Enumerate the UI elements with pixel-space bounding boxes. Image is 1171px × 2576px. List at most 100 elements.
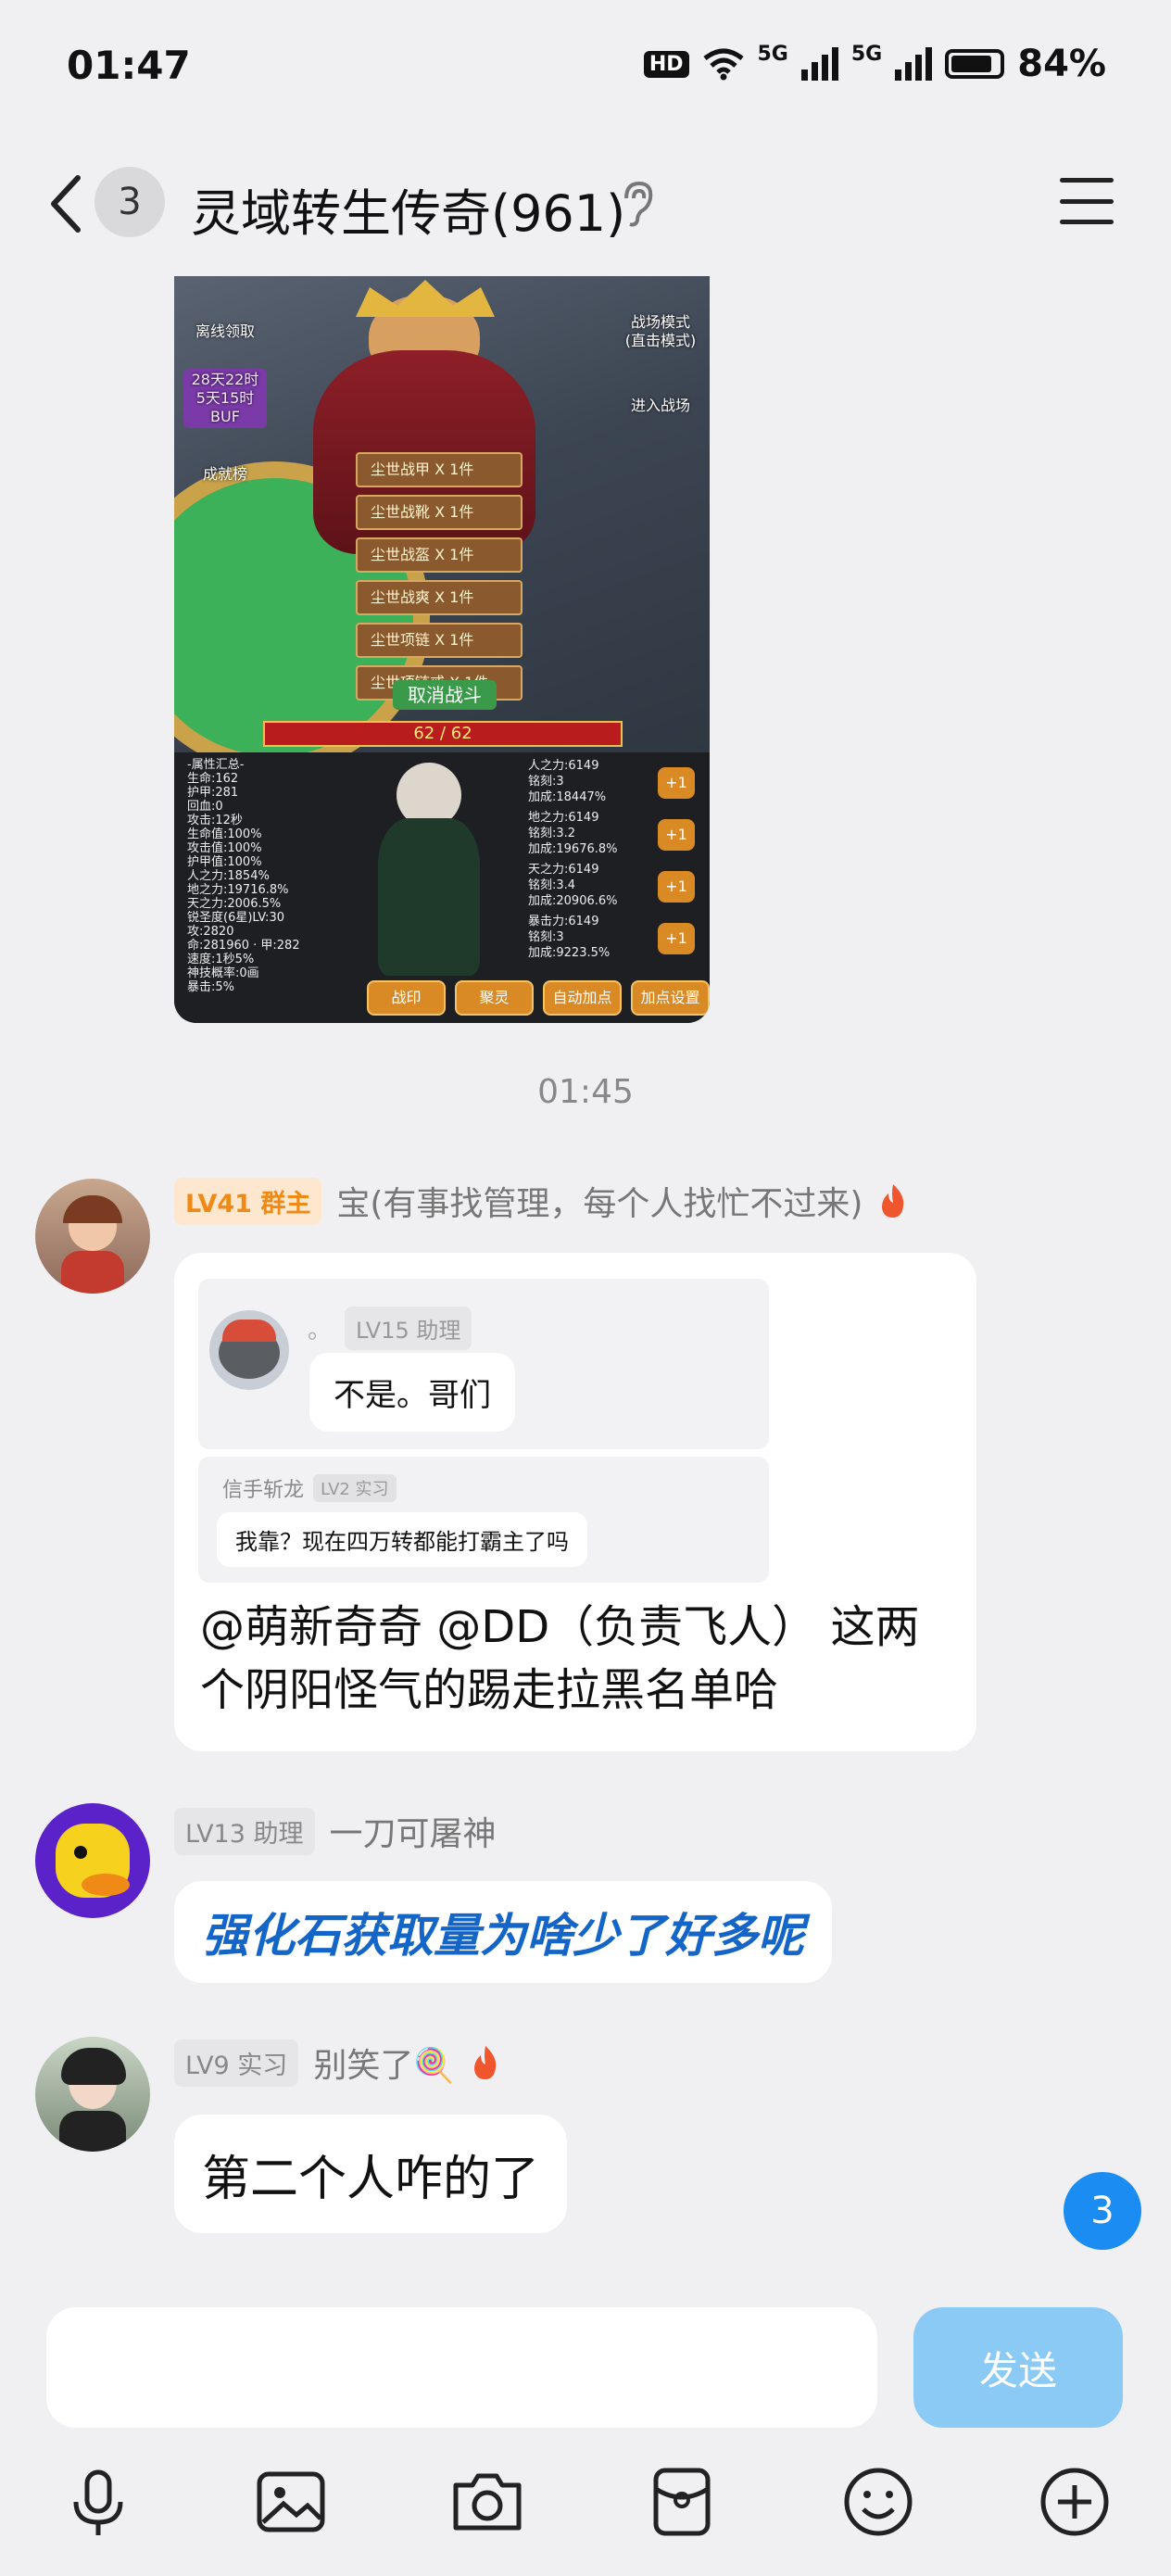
red-packet-icon[interactable] — [645, 2465, 719, 2539]
stat-line: 锐圣度(6星)LV:30 — [187, 911, 284, 925]
loot-item: 尘世战甲 X 1件 — [356, 452, 523, 487]
level-badge: LV13 助理 — [174, 1807, 315, 1855]
cancel-battle-button[interactable]: 取消战斗 — [393, 680, 497, 710]
stat-line: 攻击值:100% — [187, 841, 262, 855]
image-icon[interactable] — [254, 2465, 328, 2539]
flame-icon — [474, 2046, 497, 2079]
message-header: LV41 群主 宝(有事找管理，每个人找忙不过来) — [174, 1177, 909, 1225]
quote-level-badge: LV15 助理 — [345, 1307, 472, 1350]
menu-icon[interactable] — [1060, 178, 1114, 224]
ear-icon[interactable] — [619, 180, 656, 238]
stat-line: 护甲:281 — [187, 786, 239, 800]
quote2-level-badge: LV2 实习 — [313, 1474, 397, 1502]
message-header: LV13 助理 一刀可屠神 — [174, 1807, 497, 1855]
stat-block: 人之力:6149 铭刻:3 加成:18447% +1 — [528, 758, 704, 810]
quote-text: 不是。哥们 — [309, 1353, 515, 1432]
stats-left-list: -属性汇总- 生命:162 护甲:281 回血:0 攻击:12秒 生命值:100% 攻击值:… — [187, 758, 363, 994]
image-message[interactable]: 离线领取 28天22时 5天15时 BUF 成就榜 战场模式 (直击模式) 进入… — [174, 276, 710, 1023]
loot-item: 尘世战爽 X 1件 — [356, 580, 523, 615]
emoji-icon[interactable] — [841, 2465, 915, 2539]
message-timestamp: 01:45 — [537, 1073, 634, 1111]
battle-mode-label[interactable]: 战场模式 (直击模式) — [619, 313, 702, 350]
game-button[interactable]: 聚灵 — [455, 980, 534, 1016]
stat-block: 地之力:6149 铭刻:3.2 加成:19676.8% +1 — [528, 810, 704, 862]
stat-line: 生命值:100% — [187, 827, 262, 841]
quote2-sender: 信手斩龙 — [222, 1479, 305, 1502]
sender-name[interactable]: 宝(有事找管理，每个人找忙不过来) — [336, 1177, 863, 1225]
message-bubble[interactable]: 强化石获取量为啥少了好多呢 — [174, 1881, 832, 1983]
stat-line: 速度:1秒5% — [187, 953, 255, 966]
microphone-icon[interactable] — [61, 2465, 135, 2539]
send-button[interactable]: 发送 — [913, 2307, 1123, 2428]
battery-level: 84% — [1017, 43, 1106, 85]
signal-icon-1 — [800, 47, 838, 81]
quote-avatar — [209, 1310, 289, 1390]
quoted-message-1[interactable]: 。 LV15 助理 不是。哥们 — [198, 1279, 769, 1449]
buff-label[interactable]: 28天22时 5天15时 BUF — [183, 369, 267, 428]
offline-reward-label[interactable]: 离线领取 — [183, 322, 267, 341]
hd-icon: HD — [643, 50, 689, 78]
stat-line: 攻击:12秒 — [187, 814, 243, 827]
loot-list: 尘世战甲 X 1件 尘世战靴 X 1件 尘世战盔 X 1件 尘世战爽 X 1件 尘世项链… — [356, 452, 523, 708]
flame-icon — [882, 1184, 904, 1218]
message-bubble[interactable]: 。 LV15 助理 不是。哥们 信手斩龙 LV2 实习 我靠？现在四万转都能打霸… — [174, 1253, 976, 1751]
stat-line: 地之力:19716.8% — [187, 883, 289, 897]
quote-sender: 。 — [308, 1317, 333, 1345]
message-text: 强化石获取量为啥少了好多呢 — [202, 1909, 804, 1963]
loot-item: 尘世战靴 X 1件 — [356, 495, 523, 530]
enter-battle-label[interactable]: 进入战场 — [619, 397, 702, 415]
loot-item: 尘世项链 X 1件 — [356, 623, 523, 658]
stat-line: 生命:162 — [187, 772, 239, 786]
avatar[interactable] — [35, 2037, 150, 2152]
stat-line: 天之力:2006.5% — [187, 897, 282, 911]
stats-right-list: 人之力:6149 铭刻:3 加成:18447% +1 地之力:6149 铭刻:3.2 加成:… — [528, 758, 704, 966]
message-bubble[interactable]: 第二个人咋的了 — [174, 2115, 568, 2233]
camera-icon[interactable] — [450, 2465, 524, 2539]
stat-line: 神技概率:0画 — [187, 966, 259, 980]
chat-title[interactable]: 灵域转生传奇(961) — [191, 172, 625, 246]
plus-icon[interactable] — [1038, 2465, 1112, 2539]
loot-item: 尘世战盔 X 1件 — [356, 537, 523, 573]
stat-line: 人之力:1854% — [187, 869, 270, 883]
game-button[interactable]: 自动加点 — [543, 980, 622, 1016]
chevron-left-icon — [51, 175, 81, 233]
status-icons: HD 5G 5G 84% — [643, 43, 1106, 85]
back-button[interactable] — [37, 167, 93, 241]
stat-line: 命:281960 · 甲:282 — [187, 939, 300, 953]
game-button[interactable]: 加点设置 — [631, 980, 710, 1016]
level-badge: LV41 群主 — [174, 1177, 322, 1225]
signal-icon-2 — [895, 47, 933, 81]
plus-one-button[interactable]: +1 — [658, 923, 695, 954]
quote2-text: 我靠？现在四万转都能打霸主了吗 — [217, 1512, 587, 1567]
stat-block: 暴击力:6149 铭刻:3 加成:9223.5% +1 — [528, 914, 704, 966]
network-type-2: 5G — [850, 43, 883, 66]
stat-block: 天之力:6149 铭刻:3.4 加成:20906.6% +1 — [528, 862, 704, 914]
game-bottom-buttons: 战印 聚灵 自动加点 加点设置 — [367, 980, 710, 1016]
hp-bar: 62 / 62 — [263, 721, 623, 747]
new-messages-badge[interactable]: 3 — [1064, 2172, 1141, 2250]
plus-one-button[interactable]: +1 — [658, 871, 695, 903]
plus-one-button[interactable]: +1 — [658, 819, 695, 851]
message-text: @萌新奇奇 @DD（负责飞人） 这两个阴阳怪气的踢走拉黑名单哈 — [200, 1601, 920, 1716]
unread-count-badge[interactable]: 3 — [94, 167, 165, 237]
sender-name[interactable]: 一刀可屠神 — [330, 1807, 497, 1855]
message-header: LV9 实习 别笑了🍭 — [174, 2039, 501, 2087]
status-time: 01:47 — [67, 43, 191, 88]
character-body — [378, 818, 480, 976]
level-badge: LV9 实习 — [174, 2039, 299, 2087]
stat-line: -属性汇总- — [187, 758, 245, 772]
achievement-label[interactable]: 成就榜 — [183, 465, 267, 484]
avatar[interactable] — [35, 1179, 150, 1294]
plus-one-button[interactable]: +1 — [658, 767, 695, 799]
battery-icon — [945, 49, 1005, 79]
stat-line: 暴击:5% — [187, 980, 235, 994]
sender-name[interactable]: 别笑了🍭 — [313, 2039, 455, 2087]
stat-line: 攻:2820 — [187, 925, 234, 939]
game-button[interactable]: 战印 — [367, 980, 446, 1016]
stat-line: 护甲值:100% — [187, 855, 262, 869]
network-type-1: 5G — [757, 43, 788, 66]
message-input[interactable] — [46, 2307, 877, 2428]
wifi-icon — [702, 48, 744, 81]
quoted-message-2[interactable]: 信手斩龙 LV2 实习 我靠？现在四万转都能打霸主了吗 — [198, 1457, 769, 1583]
avatar[interactable] — [35, 1803, 150, 1918]
